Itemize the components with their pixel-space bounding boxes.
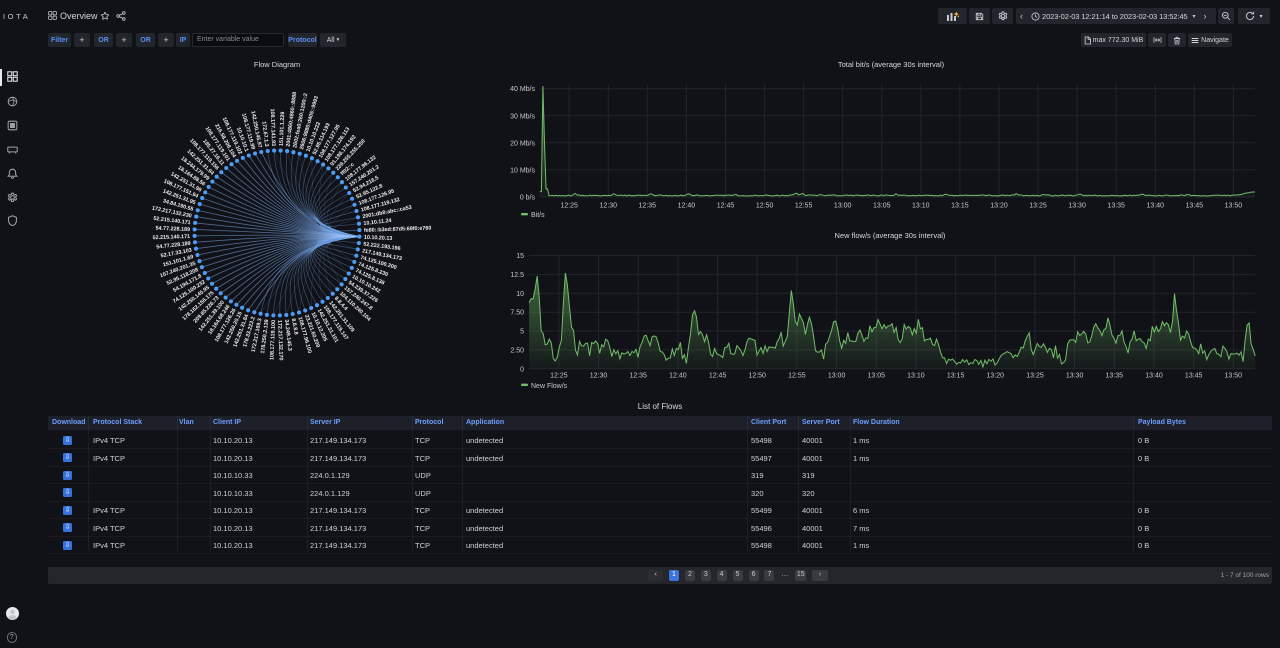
svg-text:New Flow/s: New Flow/s xyxy=(531,383,568,390)
svg-text:12:40: 12:40 xyxy=(678,203,696,210)
svg-text:10 Mb/s: 10 Mb/s xyxy=(510,167,535,174)
svg-text:13:45: 13:45 xyxy=(1185,373,1203,380)
svg-text:30 Mb/s: 30 Mb/s xyxy=(510,113,535,120)
svg-text:13:20: 13:20 xyxy=(990,203,1008,210)
svg-text:12:25: 12:25 xyxy=(560,203,578,210)
svg-text:12:50: 12:50 xyxy=(756,203,774,210)
svg-text:13:35: 13:35 xyxy=(1106,373,1124,380)
svg-text:5: 5 xyxy=(520,329,524,336)
svg-text:12:30: 12:30 xyxy=(590,373,608,380)
svg-text:13:30: 13:30 xyxy=(1066,373,1084,380)
svg-text:13:45: 13:45 xyxy=(1186,203,1204,210)
svg-text:12.5: 12.5 xyxy=(510,272,524,279)
svg-text:12:30: 12:30 xyxy=(600,203,618,210)
svg-text:13:40: 13:40 xyxy=(1147,203,1165,210)
svg-text:0 b/s: 0 b/s xyxy=(520,195,536,202)
svg-text:20 Mb/s: 20 Mb/s xyxy=(510,140,535,147)
svg-text:13:05: 13:05 xyxy=(868,373,886,380)
svg-text:13:20: 13:20 xyxy=(987,373,1005,380)
svg-text:13:25: 13:25 xyxy=(1029,203,1047,210)
svg-text:40 Mb/s: 40 Mb/s xyxy=(510,86,535,93)
svg-text:13:10: 13:10 xyxy=(907,373,925,380)
svg-text:12:55: 12:55 xyxy=(788,373,806,380)
svg-text:13:15: 13:15 xyxy=(947,373,965,380)
svg-text:13:15: 13:15 xyxy=(951,203,969,210)
svg-text:12:55: 12:55 xyxy=(795,203,813,210)
svg-text:12:35: 12:35 xyxy=(629,373,647,380)
svg-text:12:35: 12:35 xyxy=(639,203,657,210)
svg-text:12:50: 12:50 xyxy=(748,373,766,380)
svg-text:2.50: 2.50 xyxy=(510,347,524,354)
svg-text:10: 10 xyxy=(516,291,524,298)
svg-text:13:50: 13:50 xyxy=(1225,203,1243,210)
svg-text:13:40: 13:40 xyxy=(1145,373,1163,380)
svg-text:13:25: 13:25 xyxy=(1026,373,1044,380)
svg-text:12:40: 12:40 xyxy=(669,373,687,380)
svg-text:13:00: 13:00 xyxy=(834,203,852,210)
svg-text:13:30: 13:30 xyxy=(1068,203,1086,210)
svg-text:15: 15 xyxy=(516,253,524,260)
svg-text:12:25: 12:25 xyxy=(550,373,568,380)
svg-text:13:00: 13:00 xyxy=(828,373,846,380)
svg-text:7.50: 7.50 xyxy=(510,310,524,317)
svg-text:0: 0 xyxy=(520,366,524,373)
svg-text:13:05: 13:05 xyxy=(873,203,891,210)
svg-text:13:35: 13:35 xyxy=(1107,203,1125,210)
svg-text:12:45: 12:45 xyxy=(709,373,727,380)
svg-text:12:45: 12:45 xyxy=(717,203,735,210)
svg-text:Bit/s: Bit/s xyxy=(531,212,545,219)
svg-text:13:10: 13:10 xyxy=(912,203,930,210)
svg-text:13:50: 13:50 xyxy=(1225,373,1243,380)
